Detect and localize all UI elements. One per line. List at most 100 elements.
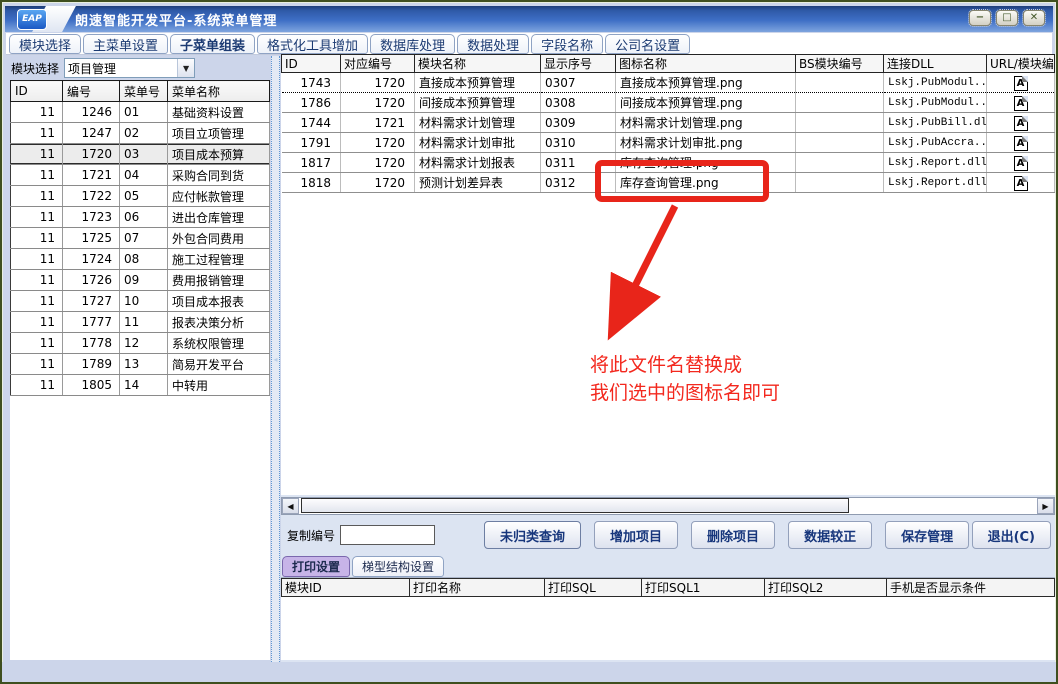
- table-cell[interactable]: Lskj.PubModul...: [884, 73, 987, 93]
- column-header[interactable]: 菜单名称: [168, 81, 270, 102]
- main-tab-7[interactable]: 公司名设置: [605, 34, 690, 54]
- table-row[interactable]: 11172306进出仓库管理: [11, 207, 270, 228]
- table-cell[interactable]: 11: [11, 270, 63, 291]
- table-cell[interactable]: 14: [120, 375, 168, 396]
- table-cell[interactable]: 11: [11, 249, 63, 270]
- table-cell[interactable]: 1720: [341, 153, 415, 173]
- table-cell[interactable]: 系统权限管理: [168, 333, 270, 354]
- table-cell[interactable]: 12: [120, 333, 168, 354]
- table-cell[interactable]: 08: [120, 249, 168, 270]
- table-row[interactable]: 17431720直接成本预算管理0307直接成本预算管理.pngLskj.Pub…: [282, 73, 1055, 93]
- table-cell[interactable]: A: [987, 153, 1055, 173]
- panel-splitter[interactable]: ◂: [271, 56, 280, 662]
- column-header[interactable]: 编号: [63, 81, 120, 102]
- main-tab-5[interactable]: 数据处理: [457, 34, 529, 54]
- table-cell[interactable]: 1778: [63, 333, 120, 354]
- table-cell[interactable]: 03: [120, 144, 168, 165]
- table-cell[interactable]: 报表决策分析: [168, 312, 270, 333]
- table-cell[interactable]: Lskj.Report.dll: [884, 173, 987, 193]
- column-header[interactable]: BS模块编号: [796, 55, 884, 73]
- column-header[interactable]: 对应编号: [341, 55, 415, 73]
- table-cell[interactable]: 11: [11, 291, 63, 312]
- table-cell[interactable]: [796, 133, 884, 153]
- table-cell[interactable]: [796, 93, 884, 113]
- delete-item-button[interactable]: 删除项目: [691, 521, 775, 549]
- module-select-combo[interactable]: 项目管理 ▼: [64, 58, 195, 78]
- table-cell[interactable]: 1720: [63, 144, 120, 165]
- table-row[interactable]: 11124702项目立项管理: [11, 123, 270, 144]
- table-cell[interactable]: 1720: [341, 93, 415, 113]
- table-row[interactable]: 17911720材料需求计划审批0310材料需求计划审批.pngLskj.Pub…: [282, 133, 1055, 153]
- table-cell[interactable]: Lskj.PubAccra...: [884, 133, 987, 153]
- table-cell[interactable]: 05: [120, 186, 168, 207]
- table-cell[interactable]: 1720: [341, 73, 415, 93]
- table-cell[interactable]: A: [987, 133, 1055, 153]
- table-cell[interactable]: 0307: [541, 73, 616, 93]
- table-cell[interactable]: 1720: [341, 173, 415, 193]
- table-cell[interactable]: 0311: [541, 153, 616, 173]
- table-cell[interactable]: 费用报销管理: [168, 270, 270, 291]
- save-manage-button[interactable]: 保存管理: [885, 521, 969, 549]
- scroll-right-icon[interactable]: ▶: [1037, 498, 1054, 514]
- table-cell[interactable]: A: [987, 173, 1055, 193]
- table-row[interactable]: 18181720预测计划差异表0312库存查询管理.pngLskj.Report…: [282, 173, 1055, 193]
- column-header[interactable]: 模块名称: [415, 55, 541, 73]
- table-cell[interactable]: 02: [120, 123, 168, 144]
- copy-number-input[interactable]: [340, 525, 435, 545]
- table-cell[interactable]: 项目成本预算: [168, 144, 270, 165]
- table-cell[interactable]: 0309: [541, 113, 616, 133]
- scrollbar-thumb[interactable]: [301, 498, 849, 513]
- column-header[interactable]: 连接DLL: [884, 55, 987, 73]
- scroll-left-icon[interactable]: ◀: [282, 498, 299, 514]
- table-cell[interactable]: 间接成本预算管理: [415, 93, 541, 113]
- data-correction-button[interactable]: 数据较正: [788, 521, 872, 549]
- table-cell[interactable]: 06: [120, 207, 168, 228]
- table-row[interactable]: 11124601基础资料设置: [11, 102, 270, 123]
- table-cell[interactable]: 材料需求计划审批: [415, 133, 541, 153]
- table-cell[interactable]: 材料需求计划报表: [415, 153, 541, 173]
- column-header[interactable]: 手机是否显示条件: [887, 579, 1055, 597]
- table-cell[interactable]: 采购合同到货: [168, 165, 270, 186]
- table-cell[interactable]: 1727: [63, 291, 120, 312]
- table-cell[interactable]: [796, 73, 884, 93]
- table-cell[interactable]: 1722: [63, 186, 120, 207]
- table-row[interactable]: 11172710项目成本报表: [11, 291, 270, 312]
- add-item-button[interactable]: 增加项目: [594, 521, 678, 549]
- table-cell[interactable]: [796, 173, 884, 193]
- close-icon[interactable]: ✕: [1023, 10, 1045, 26]
- horizontal-scrollbar[interactable]: ◀ ▶: [281, 497, 1055, 515]
- table-cell[interactable]: 材料需求计划管理: [415, 113, 541, 133]
- table-cell[interactable]: 11: [11, 102, 63, 123]
- table-cell[interactable]: 11: [11, 186, 63, 207]
- table-cell[interactable]: 11: [11, 312, 63, 333]
- table-cell[interactable]: 0308: [541, 93, 616, 113]
- table-cell[interactable]: 11: [11, 123, 63, 144]
- table-cell[interactable]: 1724: [63, 249, 120, 270]
- scrollbar-track[interactable]: [299, 498, 1037, 514]
- table-row[interactable]: 17441721材料需求计划管理0309材料需求计划管理.pngLskj.Pub…: [282, 113, 1055, 133]
- table-cell[interactable]: 07: [120, 228, 168, 249]
- table-row[interactable]: 11172408施工过程管理: [11, 249, 270, 270]
- table-row[interactable]: 11177711报表决策分析: [11, 312, 270, 333]
- table-cell[interactable]: 1246: [63, 102, 120, 123]
- main-tab-4[interactable]: 数据库处理: [370, 34, 455, 54]
- column-header[interactable]: 菜单号: [120, 81, 168, 102]
- table-cell[interactable]: 04: [120, 165, 168, 186]
- table-cell[interactable]: 09: [120, 270, 168, 291]
- table-cell[interactable]: 10: [120, 291, 168, 312]
- table-cell[interactable]: 施工过程管理: [168, 249, 270, 270]
- column-header[interactable]: 打印名称: [410, 579, 545, 597]
- table-cell[interactable]: 材料需求计划管理.png: [616, 113, 796, 133]
- table-cell[interactable]: 预测计划差异表: [415, 173, 541, 193]
- table-cell[interactable]: A: [987, 113, 1055, 133]
- table-row[interactable]: 11177812系统权限管理: [11, 333, 270, 354]
- table-cell[interactable]: 库存查询管理.png: [616, 173, 796, 193]
- table-cell[interactable]: 项目成本报表: [168, 291, 270, 312]
- table-cell[interactable]: 中转用: [168, 375, 270, 396]
- table-cell[interactable]: 1721: [63, 165, 120, 186]
- table-row[interactable]: 18171720材料需求计划报表0311库存查询管理.pngLskj.Repor…: [282, 153, 1055, 173]
- table-row[interactable]: 11178913简易开发平台: [11, 354, 270, 375]
- table-cell[interactable]: 1723: [63, 207, 120, 228]
- table-cell[interactable]: 1720: [341, 133, 415, 153]
- table-cell[interactable]: 11: [11, 333, 63, 354]
